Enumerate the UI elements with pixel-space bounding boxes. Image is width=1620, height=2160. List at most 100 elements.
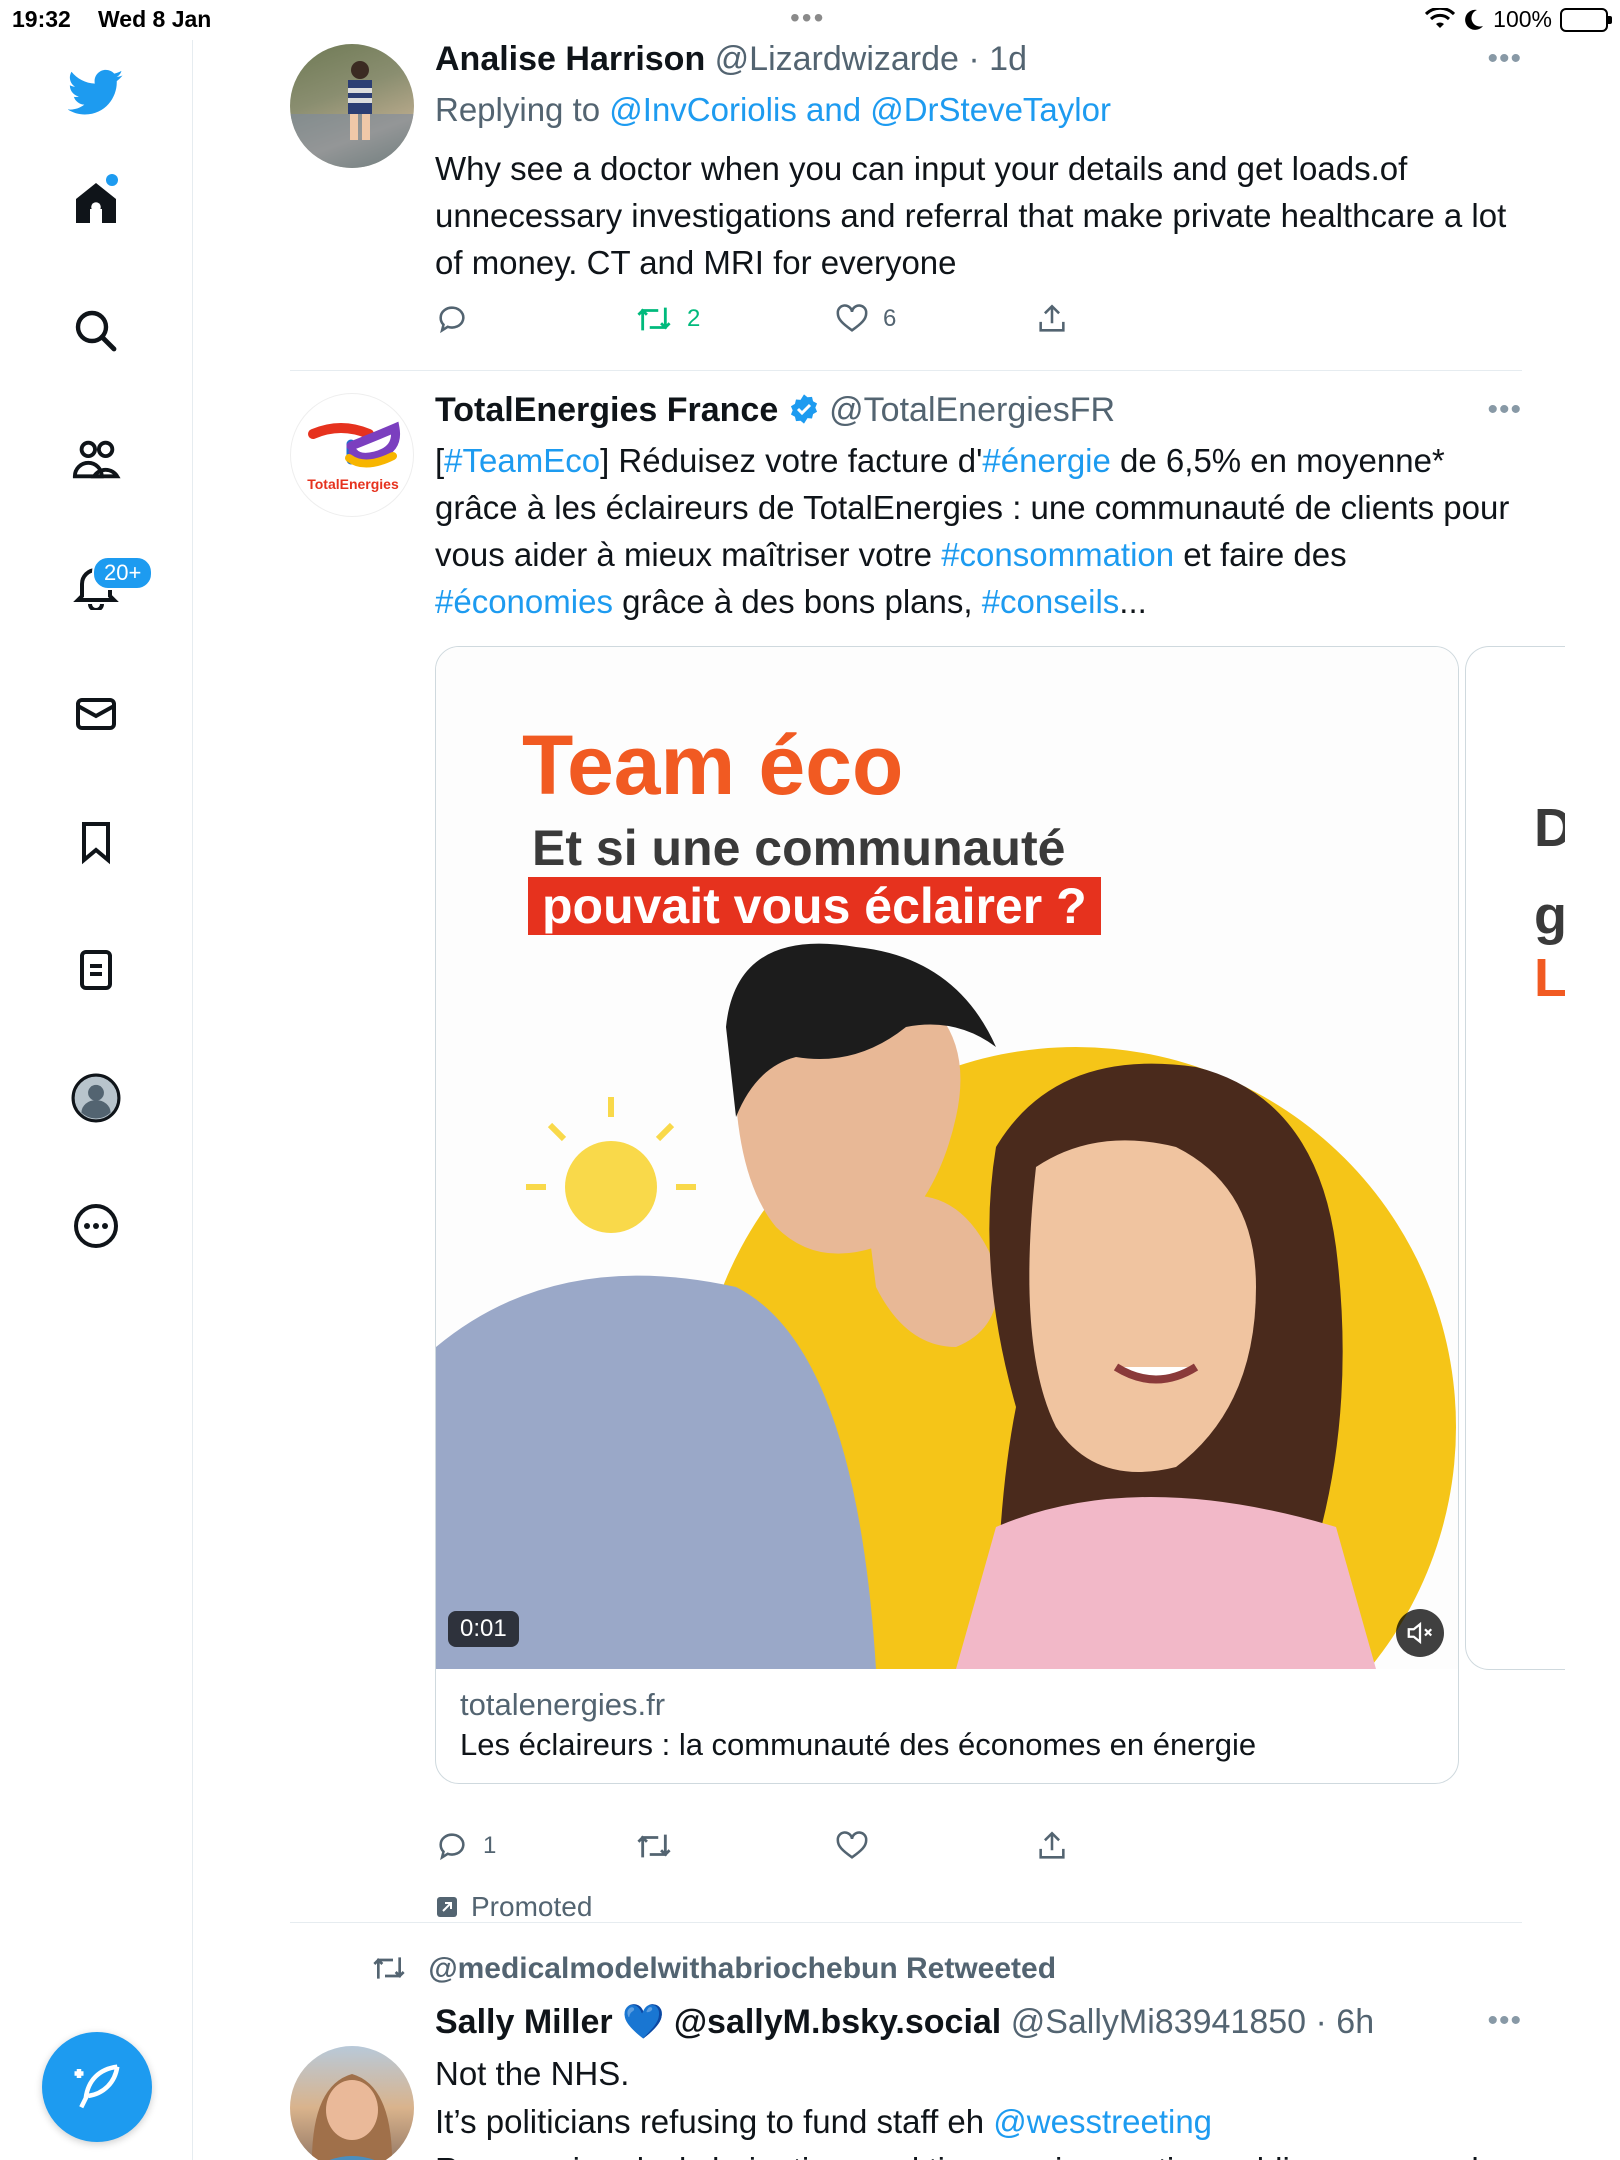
author-handle[interactable]: @Lizardwizarde — [715, 40, 959, 78]
twitter-logo-icon[interactable] — [64, 61, 128, 125]
card-line2: pouvait vous éclairer ? — [528, 877, 1101, 935]
author-name[interactable]: Analise Harrison — [435, 40, 705, 78]
retweet-icon — [373, 1957, 405, 1979]
retweet-button[interactable] — [635, 1829, 673, 1863]
compose-feather-icon — [74, 2064, 120, 2109]
battery-percent: 100% — [1493, 6, 1552, 32]
retweet-icon — [637, 307, 671, 331]
retweet-icon — [637, 1834, 671, 1858]
reply-context: Replying to @InvCoriolis and @DrSteveTay… — [435, 86, 1525, 133]
tweet-more-icon[interactable]: ••• — [1487, 393, 1522, 427]
retweet-count: 2 — [687, 305, 701, 332]
tweet-actions: 2 6 — [435, 302, 1135, 342]
status-right: 100% — [1425, 6, 1612, 33]
lists-icon[interactable] — [64, 938, 128, 1002]
share-button[interactable] — [1035, 1829, 1069, 1863]
author-alt-handle: @sallyM.bsky.social — [673, 2003, 1002, 2041]
promoted-arrow-icon — [437, 1897, 457, 1917]
reply-icon — [439, 1833, 465, 1861]
share-icon — [1039, 304, 1065, 332]
retweet-button[interactable]: 2 — [635, 302, 700, 336]
hashtag-consommation[interactable]: #consommation — [941, 536, 1174, 573]
video-card[interactable]: Team éco Et si une communauté pouvait vo… — [435, 646, 1459, 1784]
reply-button[interactable] — [435, 302, 469, 336]
text-part: It’s politicians refusing to fund staff … — [435, 2103, 994, 2140]
battery-icon — [1560, 7, 1612, 32]
reply-prefix: Replying to — [435, 91, 601, 128]
tweet-text: [#TeamEco] Réduisez votre facture d'#éne… — [435, 437, 1525, 625]
author-name[interactable]: TotalEnergies France — [435, 391, 778, 429]
card-domain[interactable]: totalenergies.fr — [460, 1687, 665, 1723]
author-handle[interactable]: @SallyMi83941850 — [1011, 2003, 1306, 2041]
avatar[interactable] — [290, 2046, 414, 2160]
video-media[interactable]: Team éco Et si une communauté pouvait vo… — [436, 647, 1458, 1669]
tweet-more-icon[interactable]: ••• — [1487, 42, 1522, 76]
search-icon[interactable] — [64, 299, 128, 363]
notifications-badge: 20+ — [92, 556, 154, 590]
tweet-more-icon[interactable]: ••• — [1487, 2004, 1522, 2038]
next-card-glyph: D — [1534, 797, 1565, 859]
tweet-text-line2: It’s politicians refusing to fund staff … — [435, 2098, 1525, 2145]
hashtag-teameco[interactable]: #TeamEco — [444, 442, 600, 479]
reply-to-link[interactable]: @InvCoriolis and @DrSteveTaylor — [609, 91, 1111, 128]
like-count: 6 — [883, 305, 897, 332]
reply-count: 1 — [483, 1832, 497, 1859]
tweet-time: · 1d — [968, 40, 1027, 78]
sidebar-nav: 20+ — [0, 40, 193, 2160]
tweet-actions: 1 — [435, 1829, 1135, 1869]
tweet-header: Analise Harrison @Lizardwizarde · 1d — [435, 40, 1027, 79]
avatar[interactable] — [290, 44, 414, 168]
bookmark-icon[interactable] — [64, 810, 128, 874]
like-button[interactable] — [835, 1829, 869, 1863]
heart-icon — [836, 304, 868, 332]
next-card-glyph: L — [1534, 948, 1565, 1008]
tweet-text: Why see a doctor when you can input your… — [435, 150, 1507, 281]
tweet-header: Sally Miller 💙 @sallyM.bsky.social @Sall… — [435, 2002, 1374, 2042]
retweeted-by-text: @medicalmodelwithabriochebun Retweeted — [428, 1952, 1057, 1985]
tweet-text-line3: Rearranging deckchairs time and time aga… — [435, 2146, 1525, 2160]
card-title[interactable]: Les éclaireurs : la communauté des écono… — [460, 1727, 1256, 1763]
totalenergies-logo[interactable]: TotalEnergies — [290, 393, 414, 517]
share-button[interactable] — [1035, 302, 1069, 336]
moon-icon — [1465, 9, 1484, 30]
next-card-glyph: g — [1534, 886, 1565, 946]
verified-badge-icon — [790, 394, 817, 424]
hashtag-energie[interactable]: #énergie — [982, 442, 1110, 479]
text-part: [ — [435, 442, 445, 479]
speaker-muted-icon — [1407, 1621, 1433, 1645]
profile-avatar-icon[interactable] — [64, 1066, 128, 1130]
status-bar: 19:32 Wed 8 Jan ••• 100% — [0, 0, 1620, 40]
reply-icon — [439, 306, 465, 334]
blue-heart-emoji: 💙 — [622, 2003, 665, 2041]
carousel-next-card[interactable]: D g L — [1465, 646, 1565, 1670]
promoted-label: Promoted — [435, 1891, 592, 1923]
like-button[interactable]: 6 — [835, 302, 896, 336]
communities-icon[interactable] — [64, 427, 128, 491]
more-options-icon[interactable] — [64, 1194, 128, 1258]
share-icon — [1039, 1831, 1065, 1859]
mute-button[interactable] — [1396, 1609, 1444, 1657]
tweet-text-line1: Not the NHS. — [435, 2055, 630, 2092]
messages-mail-icon[interactable] — [64, 682, 128, 746]
author-handle[interactable]: @TotalEnergiesFR — [829, 391, 1115, 429]
reply-button[interactable]: 1 — [435, 1829, 496, 1863]
text-part: ] Réduisez votre facture d' — [600, 442, 983, 479]
hashtag-economies[interactable]: #économies — [435, 583, 613, 620]
tweet-header: TotalEnergies France @TotalEnergiesFR — [435, 391, 1115, 430]
promoted-text: Promoted — [471, 1891, 593, 1922]
text-part: et faire des — [1174, 536, 1347, 573]
text-part: grâce à des bons plans, — [612, 583, 982, 620]
retweeted-by[interactable]: @medicalmodelwithabriochebun Retweeted — [370, 1952, 1056, 1986]
home-icon[interactable] — [64, 171, 128, 235]
multitask-dots[interactable]: ••• — [790, 2, 825, 34]
hashtag-conseils[interactable]: #conseils — [982, 583, 1120, 620]
card-headline: Team éco — [522, 718, 904, 812]
compose-tweet-button[interactable] — [42, 2032, 152, 2142]
author-name[interactable]: Sally Miller — [435, 2003, 613, 2041]
logo-text: TotalEnergies — [307, 476, 399, 492]
divider — [290, 1922, 1522, 1923]
divider — [290, 370, 1522, 371]
heart-icon — [836, 1831, 868, 1859]
mention-wesstreeting[interactable]: @wesstreeting — [993, 2103, 1212, 2140]
text-part: ... — [1119, 583, 1147, 620]
